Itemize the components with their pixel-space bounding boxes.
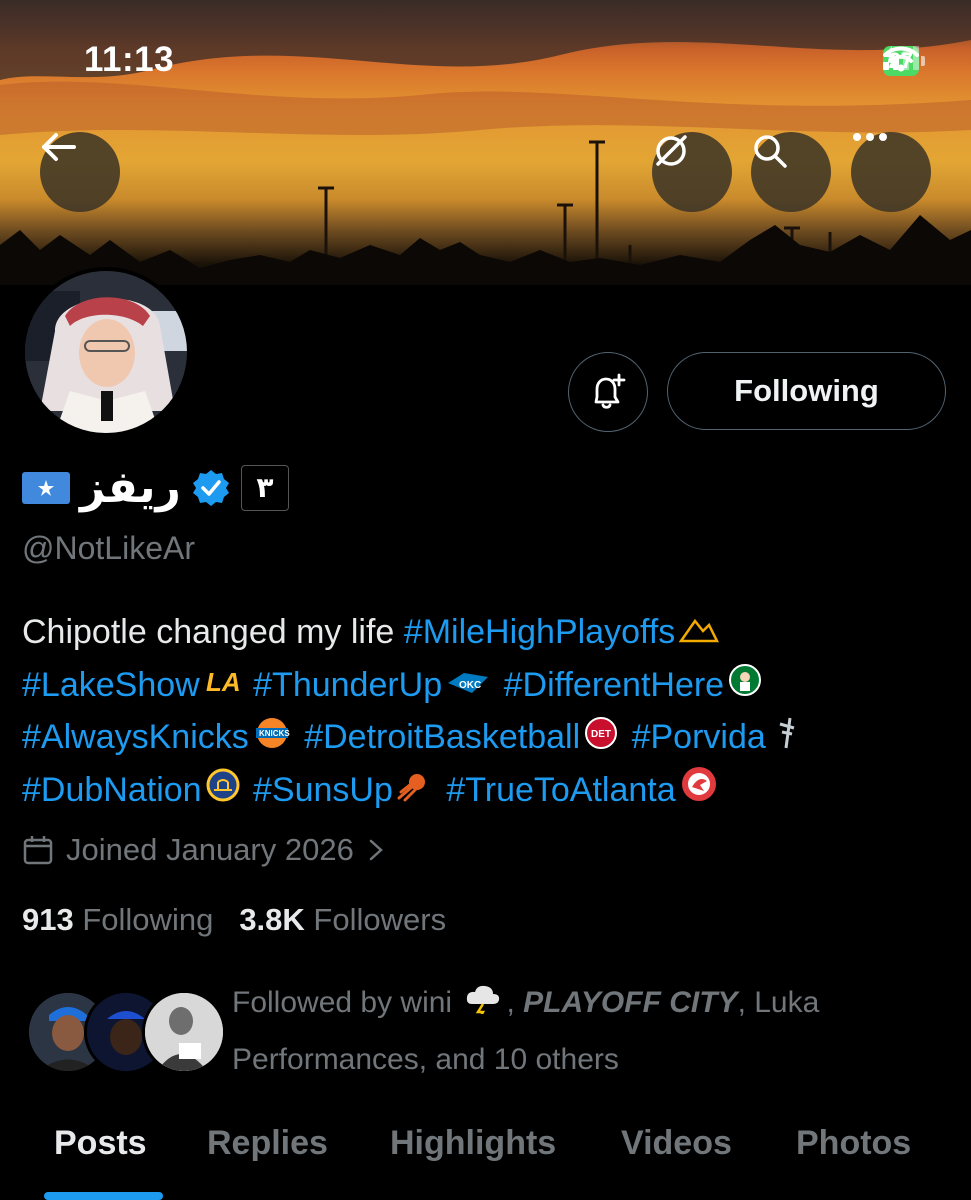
arrow-left-icon [42, 133, 76, 161]
name-row: ريفز ٣ [22, 462, 289, 513]
mutual-avatar [142, 990, 226, 1074]
cloud-lightning-icon [464, 977, 502, 1032]
hashtag-link[interactable]: #DifferentHere [504, 666, 725, 704]
lakers-logo-icon: LA [204, 661, 241, 712]
chevron-right-icon [369, 839, 383, 861]
pistons-logo-icon: DET [584, 714, 618, 765]
more-button[interactable] [851, 132, 931, 212]
hashtag-link[interactable]: #SunsUp [253, 771, 393, 809]
spurs-logo-icon [770, 714, 800, 765]
tab-replies[interactable]: Replies [207, 1124, 328, 1163]
grok-button[interactable] [652, 132, 732, 212]
tab-highlights[interactable]: Highlights [390, 1124, 556, 1163]
followed-by-text[interactable]: Followed by wini , PLAYOFF CITY, Luka Pe… [232, 975, 932, 1087]
hashtag-link[interactable]: #LakeShow [22, 666, 200, 704]
knicks-logo-icon: KNICKS [253, 714, 291, 765]
hashtag-link[interactable]: #ThunderUp [253, 666, 442, 704]
profile-handle: @NotLikeAr [22, 530, 195, 566]
following-count: 913 [22, 902, 74, 937]
profile-tabs: Posts Replies Highlights Videos Photos [0, 1110, 971, 1200]
hawks-logo-icon [680, 765, 718, 818]
joined-date: Joined January 2026 [66, 832, 354, 867]
profile-avatar[interactable] [21, 267, 191, 437]
mountain-icon [678, 609, 720, 660]
followers-label: Followers [313, 902, 447, 937]
tab-posts[interactable]: Posts [54, 1124, 147, 1163]
hashtag-link[interactable]: #MileHighPlayoffs [404, 613, 676, 651]
followed-by-prefix: Followed by wini [232, 986, 453, 1019]
followers-count: 3.8K [239, 902, 305, 937]
followed-by-bold: PLAYOFF CITY [523, 986, 738, 1019]
thunder-logo-icon: OKC [446, 661, 490, 712]
affiliate-badge[interactable]: ٣ [240, 464, 289, 511]
svg-text:OKC: OKC [459, 680, 481, 691]
somalia-flag-icon [22, 471, 70, 504]
affiliate-badge-label: ٣ [256, 471, 274, 504]
svg-text:KNICKS: KNICKS [259, 729, 290, 738]
svg-text:LA: LA [206, 667, 240, 697]
avatar-image [25, 271, 187, 433]
hashtag-link[interactable]: #TrueToAtlanta [446, 771, 675, 809]
hashtag-link[interactable]: #AlwaysKnicks [22, 718, 249, 756]
followed-by-sep: , [506, 986, 515, 1019]
tab-photos[interactable]: Photos [796, 1124, 911, 1163]
status-time: 11:13 [84, 40, 175, 79]
mutual-followers-avatars[interactable] [26, 990, 226, 1074]
warriors-logo-icon [206, 766, 240, 817]
search-icon [754, 135, 787, 168]
profile-banner[interactable]: 11:13 27 [0, 0, 971, 322]
celtics-logo-icon [728, 661, 762, 712]
bio-text: Chipotle changed my life [22, 613, 395, 651]
charging-icon [883, 46, 896, 66]
hashtag-link[interactable]: #DubNation [22, 771, 202, 809]
svg-text:DET: DET [591, 729, 611, 740]
following-stat[interactable]: 913 Following [22, 902, 213, 938]
back-button[interactable] [40, 132, 120, 212]
notifications-button[interactable] [568, 352, 648, 432]
joined-date-row[interactable]: Joined January 2026 [22, 832, 386, 868]
active-tab-indicator [44, 1192, 163, 1200]
grok-icon [656, 135, 687, 166]
following-label: Following [82, 902, 214, 937]
profile-bio: Chipotle changed my life #MileHighPlayof… [22, 607, 942, 818]
suns-logo-icon [397, 766, 433, 817]
bell-plus-icon [594, 373, 626, 409]
more-icon [853, 133, 887, 141]
hashtag-link[interactable]: #Porvida [632, 718, 766, 756]
tab-videos[interactable]: Videos [621, 1124, 732, 1163]
follow-stats: 913 Following 3.8K Followers [22, 902, 446, 938]
followers-stat[interactable]: 3.8K Followers [239, 902, 446, 938]
calendar-icon [23, 836, 53, 865]
following-button[interactable]: Following [667, 352, 946, 430]
search-button[interactable] [751, 132, 831, 212]
display-name: ريفز [80, 462, 181, 513]
verified-badge-icon[interactable] [191, 468, 231, 508]
status-icons: 27 [882, 46, 925, 76]
hashtag-link[interactable]: #DetroitBasketball [304, 718, 580, 756]
